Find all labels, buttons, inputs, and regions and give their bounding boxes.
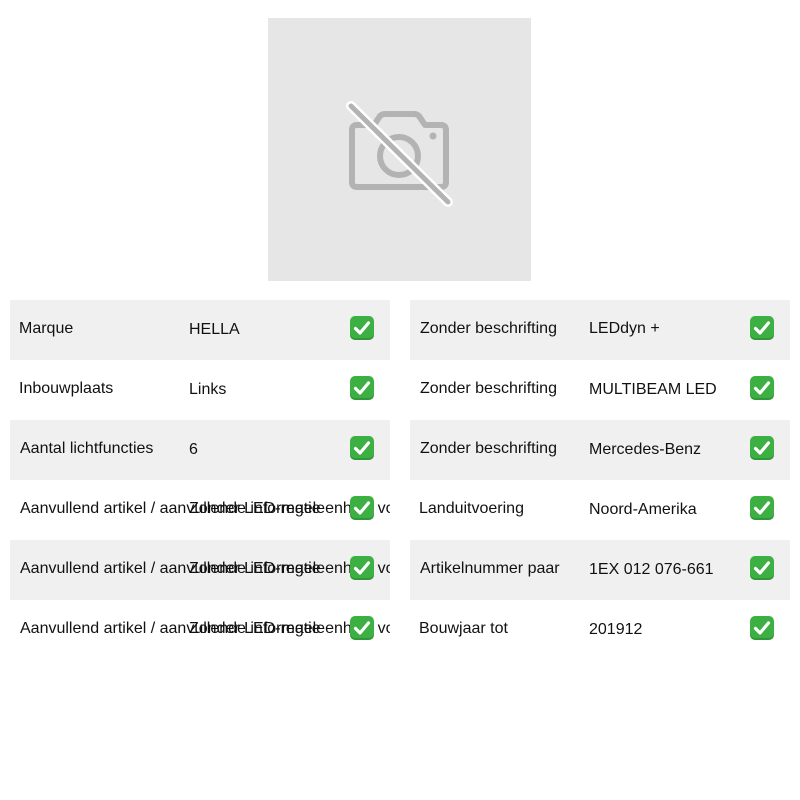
spec-row: Bouwjaar tot 201912	[410, 600, 790, 660]
camera-off-icon	[346, 101, 453, 207]
spec-label: Marque	[19, 320, 74, 337]
spec-value: 1EX 012 076-661	[589, 561, 714, 578]
spec-row: Artikelnummer paar 1EX 012 076-661	[410, 540, 790, 600]
spec-row: Aantal lichtfuncties 6	[10, 420, 390, 480]
spec-label: Zonder beschrifting	[420, 380, 557, 397]
spec-row: Landuitvoering Noord-Amerika	[410, 480, 790, 540]
check-mark-icon	[350, 496, 374, 520]
check-mark-icon	[350, 316, 374, 340]
spec-label: Aantal lichtfuncties	[20, 440, 154, 457]
check-mark-icon	[750, 376, 774, 400]
spec-row: Aanvullend artikel / aanvullende informa…	[10, 540, 390, 600]
spec-table-right: Zonder beschrifting LEDdyn + Zonder beschr…	[410, 300, 790, 660]
spec-row: Aanvullend artikel / aanvullende informa…	[10, 480, 390, 540]
spec-row: Zonder beschrifting MULTIBEAM LED	[410, 360, 790, 420]
spec-value: Noord-Amerika	[589, 501, 697, 518]
check-mark-icon	[350, 616, 374, 640]
check-mark-icon	[750, 616, 774, 640]
spec-value: MULTIBEAM LED	[589, 381, 717, 398]
check-mark-icon	[350, 376, 374, 400]
spec-value: Links	[189, 381, 227, 398]
spec-value: HELLA	[189, 321, 240, 338]
check-mark-icon	[750, 436, 774, 460]
check-mark-icon	[350, 436, 374, 460]
spec-label: Artikelnummer paar	[420, 560, 560, 577]
spec-value: 201912	[589, 621, 643, 638]
spec-label: Zonder beschrifting	[420, 320, 557, 337]
check-mark-icon	[750, 316, 774, 340]
spec-label: Zonder beschrifting	[420, 440, 557, 457]
check-mark-icon	[750, 496, 774, 520]
spec-value: LEDdyn +	[589, 320, 660, 337]
spec-table-left: Marque HELLA Inbouwplaats Links Aantal licht…	[10, 300, 390, 660]
spec-row: Aanvullend artikel / aanvullende informa…	[10, 600, 390, 660]
spec-row: Marque HELLA	[10, 300, 390, 360]
spec-value: 6	[189, 441, 198, 458]
product-image-placeholder	[268, 18, 531, 281]
spec-value: Mercedes-Benz	[589, 441, 702, 458]
spec-label: Landuitvoering	[419, 500, 524, 517]
spec-row: Zonder beschrifting Mercedes-Benz	[410, 420, 790, 480]
check-mark-icon	[350, 556, 374, 580]
spec-label: Inbouwplaats	[19, 380, 114, 397]
spec-row: Inbouwplaats Links	[10, 360, 390, 420]
spec-row: Zonder beschrifting LEDdyn +	[410, 300, 790, 360]
check-mark-icon	[750, 556, 774, 580]
spec-label: Bouwjaar tot	[419, 620, 508, 637]
